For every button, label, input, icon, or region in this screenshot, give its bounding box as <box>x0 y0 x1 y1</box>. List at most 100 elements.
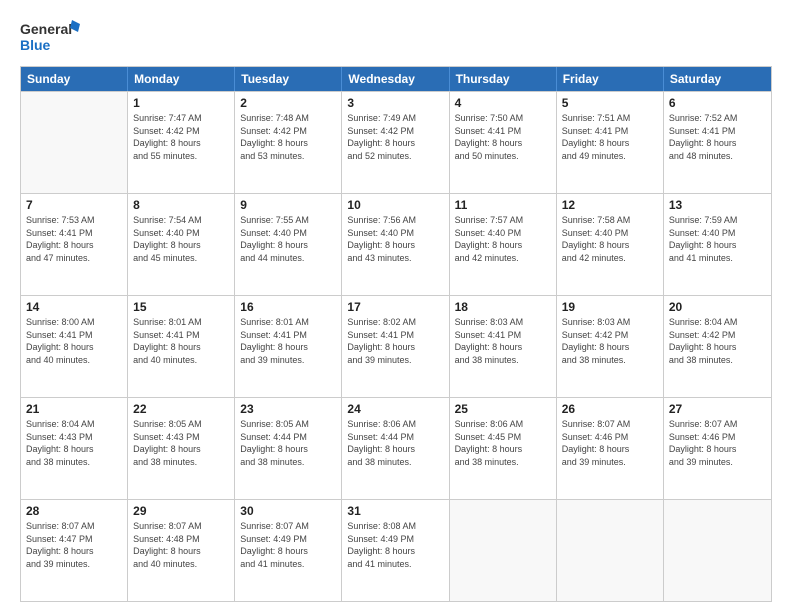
calendar-cell <box>664 500 771 601</box>
page: General Blue SundayMondayTuesdayWednesda… <box>0 0 792 612</box>
cell-info: Sunrise: 7:54 AMSunset: 4:40 PMDaylight:… <box>133 214 229 264</box>
cell-info: Sunrise: 7:48 AMSunset: 4:42 PMDaylight:… <box>240 112 336 162</box>
calendar-week-5: 28Sunrise: 8:07 AMSunset: 4:47 PMDayligh… <box>21 499 771 601</box>
calendar-body: 1Sunrise: 7:47 AMSunset: 4:42 PMDaylight… <box>21 91 771 601</box>
calendar-cell: 27Sunrise: 8:07 AMSunset: 4:46 PMDayligh… <box>664 398 771 499</box>
calendar-cell: 20Sunrise: 8:04 AMSunset: 4:42 PMDayligh… <box>664 296 771 397</box>
cell-info: Sunrise: 8:01 AMSunset: 4:41 PMDaylight:… <box>240 316 336 366</box>
calendar-cell: 15Sunrise: 8:01 AMSunset: 4:41 PMDayligh… <box>128 296 235 397</box>
calendar-cell <box>450 500 557 601</box>
day-number: 12 <box>562 197 658 213</box>
day-number: 18 <box>455 299 551 315</box>
cell-info: Sunrise: 8:07 AMSunset: 4:49 PMDaylight:… <box>240 520 336 570</box>
cell-info: Sunrise: 8:00 AMSunset: 4:41 PMDaylight:… <box>26 316 122 366</box>
cell-info: Sunrise: 7:50 AMSunset: 4:41 PMDaylight:… <box>455 112 551 162</box>
cell-info: Sunrise: 8:07 AMSunset: 4:47 PMDaylight:… <box>26 520 122 570</box>
day-number: 11 <box>455 197 551 213</box>
cell-info: Sunrise: 7:56 AMSunset: 4:40 PMDaylight:… <box>347 214 443 264</box>
header-day-thursday: Thursday <box>450 67 557 91</box>
day-number: 2 <box>240 95 336 111</box>
calendar-cell: 25Sunrise: 8:06 AMSunset: 4:45 PMDayligh… <box>450 398 557 499</box>
cell-info: Sunrise: 7:49 AMSunset: 4:42 PMDaylight:… <box>347 112 443 162</box>
cell-info: Sunrise: 8:04 AMSunset: 4:42 PMDaylight:… <box>669 316 766 366</box>
day-number: 8 <box>133 197 229 213</box>
day-number: 23 <box>240 401 336 417</box>
calendar-cell: 31Sunrise: 8:08 AMSunset: 4:49 PMDayligh… <box>342 500 449 601</box>
calendar-cell: 13Sunrise: 7:59 AMSunset: 4:40 PMDayligh… <box>664 194 771 295</box>
day-number: 9 <box>240 197 336 213</box>
calendar-cell: 2Sunrise: 7:48 AMSunset: 4:42 PMDaylight… <box>235 92 342 193</box>
day-number: 5 <box>562 95 658 111</box>
calendar-cell: 26Sunrise: 8:07 AMSunset: 4:46 PMDayligh… <box>557 398 664 499</box>
cell-info: Sunrise: 7:47 AMSunset: 4:42 PMDaylight:… <box>133 112 229 162</box>
day-number: 1 <box>133 95 229 111</box>
calendar-cell: 17Sunrise: 8:02 AMSunset: 4:41 PMDayligh… <box>342 296 449 397</box>
header: General Blue <box>20 18 772 56</box>
cell-info: Sunrise: 7:51 AMSunset: 4:41 PMDaylight:… <box>562 112 658 162</box>
day-number: 19 <box>562 299 658 315</box>
calendar-cell: 4Sunrise: 7:50 AMSunset: 4:41 PMDaylight… <box>450 92 557 193</box>
cell-info: Sunrise: 7:59 AMSunset: 4:40 PMDaylight:… <box>669 214 766 264</box>
calendar-cell <box>557 500 664 601</box>
header-day-wednesday: Wednesday <box>342 67 449 91</box>
day-number: 21 <box>26 401 122 417</box>
calendar-cell: 5Sunrise: 7:51 AMSunset: 4:41 PMDaylight… <box>557 92 664 193</box>
cell-info: Sunrise: 8:03 AMSunset: 4:42 PMDaylight:… <box>562 316 658 366</box>
calendar-cell <box>21 92 128 193</box>
cell-info: Sunrise: 7:52 AMSunset: 4:41 PMDaylight:… <box>669 112 766 162</box>
cell-info: Sunrise: 8:04 AMSunset: 4:43 PMDaylight:… <box>26 418 122 468</box>
header-day-saturday: Saturday <box>664 67 771 91</box>
calendar-cell: 22Sunrise: 8:05 AMSunset: 4:43 PMDayligh… <box>128 398 235 499</box>
day-number: 30 <box>240 503 336 519</box>
header-day-tuesday: Tuesday <box>235 67 342 91</box>
day-number: 20 <box>669 299 766 315</box>
cell-info: Sunrise: 8:07 AMSunset: 4:48 PMDaylight:… <box>133 520 229 570</box>
calendar-cell: 23Sunrise: 8:05 AMSunset: 4:44 PMDayligh… <box>235 398 342 499</box>
calendar-cell: 9Sunrise: 7:55 AMSunset: 4:40 PMDaylight… <box>235 194 342 295</box>
calendar-cell: 18Sunrise: 8:03 AMSunset: 4:41 PMDayligh… <box>450 296 557 397</box>
cell-info: Sunrise: 8:02 AMSunset: 4:41 PMDaylight:… <box>347 316 443 366</box>
svg-text:Blue: Blue <box>20 37 51 53</box>
day-number: 10 <box>347 197 443 213</box>
cell-info: Sunrise: 8:08 AMSunset: 4:49 PMDaylight:… <box>347 520 443 570</box>
calendar-cell: 1Sunrise: 7:47 AMSunset: 4:42 PMDaylight… <box>128 92 235 193</box>
cell-info: Sunrise: 8:07 AMSunset: 4:46 PMDaylight:… <box>562 418 658 468</box>
svg-text:General: General <box>20 21 72 37</box>
day-number: 3 <box>347 95 443 111</box>
cell-info: Sunrise: 7:58 AMSunset: 4:40 PMDaylight:… <box>562 214 658 264</box>
calendar-cell: 11Sunrise: 7:57 AMSunset: 4:40 PMDayligh… <box>450 194 557 295</box>
cell-info: Sunrise: 7:57 AMSunset: 4:40 PMDaylight:… <box>455 214 551 264</box>
cell-info: Sunrise: 8:03 AMSunset: 4:41 PMDaylight:… <box>455 316 551 366</box>
logo: General Blue <box>20 18 80 56</box>
logo-svg: General Blue <box>20 18 80 56</box>
calendar-cell: 29Sunrise: 8:07 AMSunset: 4:48 PMDayligh… <box>128 500 235 601</box>
cell-info: Sunrise: 8:05 AMSunset: 4:43 PMDaylight:… <box>133 418 229 468</box>
calendar-week-1: 1Sunrise: 7:47 AMSunset: 4:42 PMDaylight… <box>21 91 771 193</box>
day-number: 14 <box>26 299 122 315</box>
day-number: 25 <box>455 401 551 417</box>
day-number: 29 <box>133 503 229 519</box>
day-number: 6 <box>669 95 766 111</box>
calendar-cell: 30Sunrise: 8:07 AMSunset: 4:49 PMDayligh… <box>235 500 342 601</box>
day-number: 13 <box>669 197 766 213</box>
cell-info: Sunrise: 7:53 AMSunset: 4:41 PMDaylight:… <box>26 214 122 264</box>
calendar-cell: 6Sunrise: 7:52 AMSunset: 4:41 PMDaylight… <box>664 92 771 193</box>
cell-info: Sunrise: 8:07 AMSunset: 4:46 PMDaylight:… <box>669 418 766 468</box>
cell-info: Sunrise: 8:06 AMSunset: 4:45 PMDaylight:… <box>455 418 551 468</box>
header-day-friday: Friday <box>557 67 664 91</box>
calendar-header-row: SundayMondayTuesdayWednesdayThursdayFrid… <box>21 67 771 91</box>
day-number: 28 <box>26 503 122 519</box>
day-number: 24 <box>347 401 443 417</box>
calendar-cell: 24Sunrise: 8:06 AMSunset: 4:44 PMDayligh… <box>342 398 449 499</box>
day-number: 16 <box>240 299 336 315</box>
cell-info: Sunrise: 8:06 AMSunset: 4:44 PMDaylight:… <box>347 418 443 468</box>
calendar-cell: 10Sunrise: 7:56 AMSunset: 4:40 PMDayligh… <box>342 194 449 295</box>
day-number: 4 <box>455 95 551 111</box>
day-number: 22 <box>133 401 229 417</box>
day-number: 26 <box>562 401 658 417</box>
header-day-sunday: Sunday <box>21 67 128 91</box>
cell-info: Sunrise: 7:55 AMSunset: 4:40 PMDaylight:… <box>240 214 336 264</box>
calendar-cell: 16Sunrise: 8:01 AMSunset: 4:41 PMDayligh… <box>235 296 342 397</box>
calendar-cell: 28Sunrise: 8:07 AMSunset: 4:47 PMDayligh… <box>21 500 128 601</box>
day-number: 7 <box>26 197 122 213</box>
